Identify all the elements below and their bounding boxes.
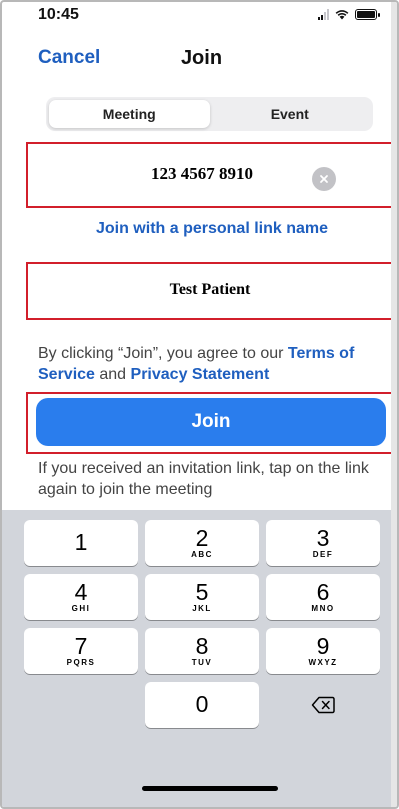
battery-icon	[355, 9, 380, 20]
meeting-event-segmented-control: Meeting Event	[46, 97, 373, 131]
key-2[interactable]: 2 ABC	[145, 520, 259, 566]
key-5[interactable]: 5 JKL	[145, 574, 259, 620]
numeric-keypad: 1 2 ABC 3 DEF 4 GHI 5 JKL 6 MNO 7 PQRS 8…	[2, 510, 397, 807]
clear-icon[interactable]	[312, 167, 336, 191]
key-3[interactable]: 3 DEF	[266, 520, 380, 566]
key-7[interactable]: 7 PQRS	[24, 628, 138, 674]
key-1[interactable]: 1	[24, 520, 138, 566]
device-frame-edge	[391, 2, 397, 807]
terms-middle: and	[94, 366, 131, 383]
meeting-id-field[interactable]: 123 4567 8910	[26, 142, 394, 208]
key-0[interactable]: 0	[145, 682, 259, 728]
status-bar: 10:45	[2, 2, 397, 32]
personal-link-name-link[interactable]: Join with a personal link name	[2, 220, 397, 238]
status-time: 10:45	[38, 6, 79, 23]
cancel-button[interactable]: Cancel	[38, 47, 100, 69]
cellular-signal-icon	[318, 9, 329, 20]
key-4[interactable]: 4 GHI	[24, 574, 138, 620]
display-name-field[interactable]: Test Patient	[26, 262, 394, 320]
phone-screen: 10:45 Cancel Join Meeting Event 123 4567…	[0, 0, 399, 809]
display-name-value: Test Patient	[169, 281, 251, 298]
backspace-icon[interactable]	[266, 682, 380, 728]
join-button[interactable]: Join	[36, 398, 386, 446]
invitation-hint: If you received an invitation link, tap …	[38, 460, 369, 498]
key-9[interactable]: 9 WXYZ	[266, 628, 380, 674]
wifi-icon	[335, 10, 349, 20]
segment-event[interactable]: Event	[210, 100, 371, 128]
key-6[interactable]: 6 MNO	[266, 574, 380, 620]
terms-prefix: By clicking “Join”, you agree to our	[38, 345, 288, 362]
meeting-id-value: 123 4567 8910	[151, 164, 253, 183]
status-icons	[318, 9, 380, 20]
terms-notice: By clicking “Join”, you agree to our Ter…	[38, 343, 394, 385]
key-8[interactable]: 8 TUV	[145, 628, 259, 674]
segment-meeting[interactable]: Meeting	[49, 100, 210, 128]
home-indicator	[142, 786, 278, 791]
privacy-statement-link[interactable]: Privacy Statement	[131, 366, 270, 383]
